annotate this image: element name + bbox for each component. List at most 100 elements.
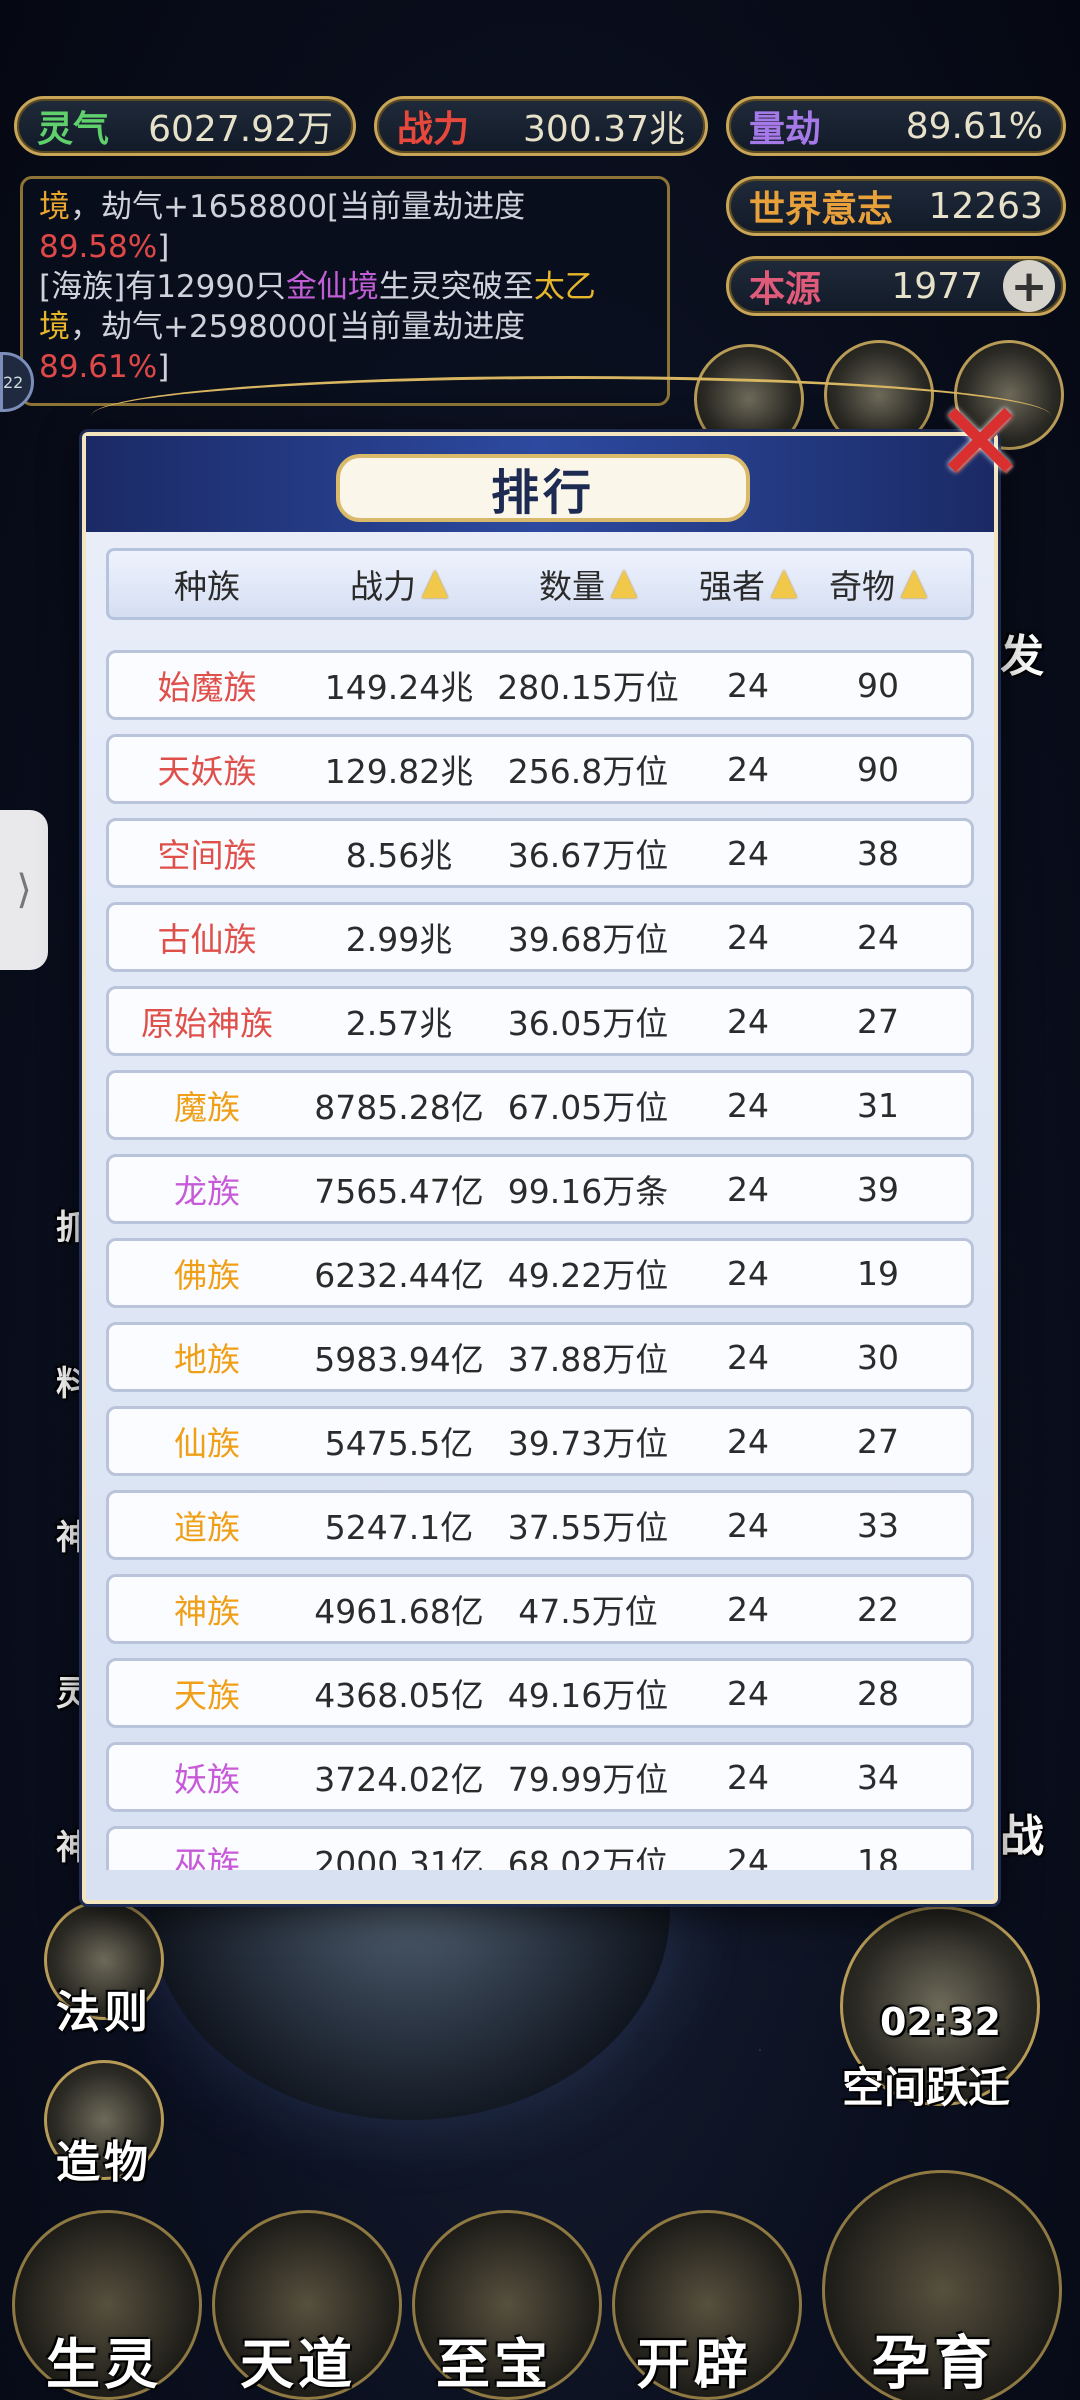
column-race-label: 种族 [174,567,240,606]
sort-arrow-icon[interactable] [611,570,637,598]
cell-power: 2.99兆 [345,920,453,959]
table-row[interactable]: 巫族 2000.31亿 68.02万位 24 18 [106,1826,974,1870]
nav-sheng-ling[interactable]: 生灵 [46,2320,162,2399]
cell-count: 256.8万位 [507,752,669,791]
right-label-zhan: 战 [1000,1811,1048,1862]
column-power[interactable]: 战力 [305,560,493,608]
fa-ze-button[interactable]: 法则 [56,1976,152,2040]
sort-arrow-icon[interactable] [771,570,797,598]
cell-relic: 90 [857,749,899,789]
cell-relic: 22 [857,1589,899,1629]
column-count[interactable]: 数量 [493,560,683,608]
cell-power: 4368.05亿 [314,1676,484,1715]
cell-power: 2.57兆 [345,1004,453,1043]
table-row[interactable]: 佛族 6232.44亿 49.22万位 24 19 [106,1238,974,1308]
cell-race: 龙族 [174,1172,240,1211]
cell-power: 5475.5亿 [324,1424,474,1463]
column-count-label: 数量 [539,567,605,606]
cell-power: 129.82兆 [324,752,474,791]
cell-power: 6232.44亿 [314,1256,484,1295]
sort-arrow-icon[interactable] [901,570,927,598]
zhanli-resource[interactable]: 战力 300.37兆 [374,96,708,156]
modal-title: 排行 [336,454,750,522]
cell-relic: 39 [857,1169,899,1209]
column-strong[interactable]: 强者 [683,560,813,608]
zhanli-value: 300.37兆 [523,109,685,150]
nav-zhi-bao[interactable]: 至宝 [436,2320,552,2399]
table-row[interactable]: 原始神族 2.57兆 36.05万位 24 27 [106,986,974,1056]
table-row[interactable]: 天妖族 129.82兆 256.8万位 24 90 [106,734,974,804]
column-race: 种族 [109,560,305,608]
cell-relic: 24 [857,917,899,957]
lingqi-resource[interactable]: 灵气 6027.92万 [14,96,356,156]
shijie-resource[interactable]: 世界意志 12263 [726,176,1066,236]
log-bracket: ] [157,349,170,385]
cell-strong: 24 [727,1505,769,1545]
log-line-2: 89.58%] [39,227,651,267]
cell-strong: 24 [727,1169,769,1209]
cell-relic: 28 [857,1673,899,1713]
log-line-3: [海族]有12990只金仙境生灵突破至太乙 [39,267,651,307]
log-text: ，劫气+2598000[当前量劫进度 [70,309,526,345]
cell-count: 280.15万位 [497,668,679,707]
shijie-value: 12263 [928,185,1043,227]
table-row[interactable]: 古仙族 2.99兆 39.68万位 24 24 [106,902,974,972]
table-row[interactable]: 天族 4368.05亿 49.16万位 24 28 [106,1658,974,1728]
table-row[interactable]: 仙族 5475.5亿 39.73万位 24 27 [106,1406,974,1476]
log-realm-taiyi: 太乙 [533,269,596,305]
log-text: 生灵突破至 [378,269,534,305]
ranking-list[interactable]: 始魔族 149.24兆 280.15万位 24 90 天妖族 129.82兆 256.8万位 2… [106,650,974,1870]
cell-race: 魔族 [174,1088,240,1127]
lingqi-value: 6027.92万 [148,109,333,150]
column-relic[interactable]: 奇物 [813,560,943,608]
cell-strong: 24 [727,917,769,957]
benyuan-add-button[interactable]: + [1003,260,1055,312]
nav-yun-yu[interactable]: 孕育 [872,2316,996,2400]
zhanli-label: 战力 [397,109,470,150]
cell-strong: 24 [727,1253,769,1293]
log-realm-word: 境 [39,309,70,345]
space-jump-button[interactable]: 空间跃迁 [842,2054,1010,2115]
chevron-right-icon: ⟩ [16,867,32,913]
cell-power: 3724.02亿 [314,1760,484,1799]
table-row[interactable]: 道族 5247.1亿 37.55万位 24 33 [106,1490,974,1560]
log-percent: 89.58% [39,229,158,265]
table-row[interactable]: 地族 5983.94亿 37.88万位 24 30 [106,1322,974,1392]
cell-relic: 38 [857,833,899,873]
close-icon: ✕ [933,378,1027,506]
table-row[interactable]: 空间族 8.56兆 36.67万位 24 38 [106,818,974,888]
sort-arrow-icon[interactable] [422,570,448,598]
cell-count: 99.16万条 [507,1172,669,1211]
log-realm-jinxian: 金仙境 [285,269,379,305]
zao-wu-button[interactable]: 造物 [56,2126,152,2190]
cell-race: 佛族 [174,1256,240,1295]
cell-strong: 24 [727,833,769,873]
table-row[interactable]: 妖族 3724.02亿 79.99万位 24 34 [106,1742,974,1812]
close-button[interactable]: ✕ [930,387,1030,497]
cell-relic: 30 [857,1337,899,1377]
cell-race: 空间族 [157,836,257,875]
cell-strong: 24 [727,1841,769,1871]
cell-race: 原始神族 [141,1004,273,1043]
cell-count: 49.22万位 [507,1256,669,1295]
nav-kai-pi[interactable]: 开辟 [636,2320,752,2399]
cell-strong: 24 [727,1673,769,1713]
lingqi-label: 灵气 [37,109,110,150]
cell-relic: 27 [857,1421,899,1461]
nav-tian-dao[interactable]: 天道 [240,2320,356,2399]
cell-count: 37.55万位 [507,1508,669,1547]
table-row[interactable]: 始魔族 149.24兆 280.15万位 24 90 [106,650,974,720]
cell-relic: 90 [857,665,899,705]
table-row[interactable]: 魔族 8785.28亿 67.05万位 24 31 [106,1070,974,1140]
liangjie-resource[interactable]: 量劫 89.61% [726,96,1066,156]
side-drawer-handle[interactable]: ⟩ [0,810,48,970]
right-label-fa: 发 [1000,631,1048,682]
cell-power: 149.24兆 [324,668,474,707]
cell-relic: 18 [857,1841,899,1871]
table-row[interactable]: 神族 4961.68亿 47.5万位 24 22 [106,1574,974,1644]
table-row[interactable]: 龙族 7565.47亿 99.16万条 24 39 [106,1154,974,1224]
cell-power: 4961.68亿 [314,1592,484,1631]
ranking-table-header: 种族 战力 数量 强者 奇物 [106,548,974,620]
benyuan-value: 1977 [891,265,983,307]
cell-strong: 24 [727,1001,769,1041]
